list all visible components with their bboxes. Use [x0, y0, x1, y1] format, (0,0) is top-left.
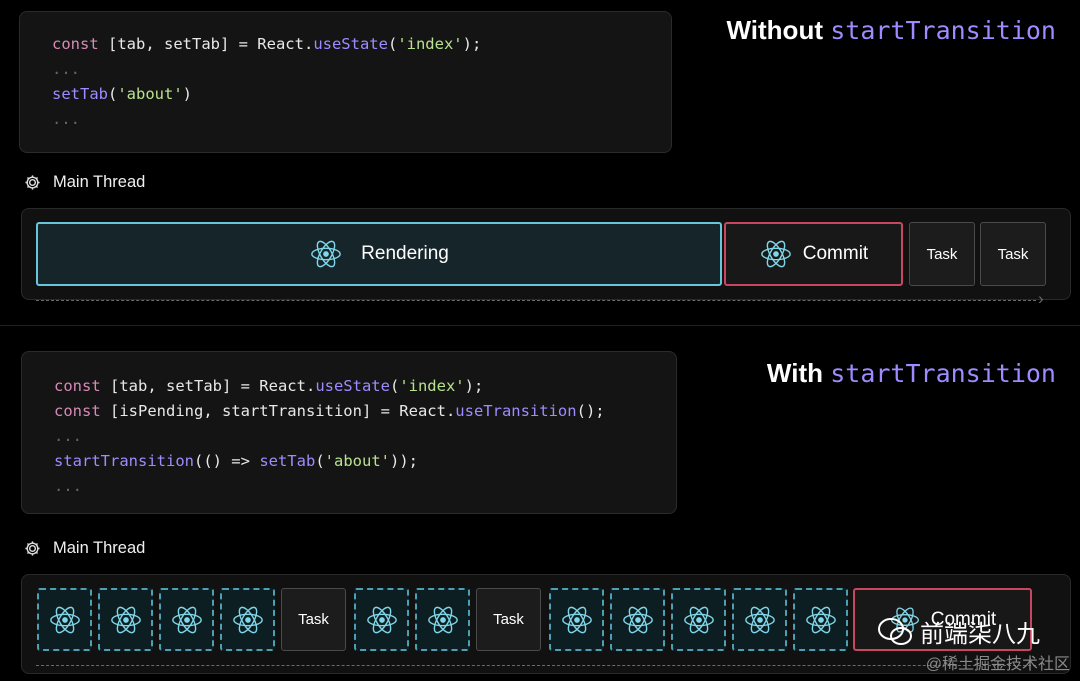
code-line: setTab('about')	[52, 82, 481, 107]
code-token: [tab, setTab] = React.	[100, 377, 316, 395]
react-icon	[311, 240, 342, 268]
top-title-code: startTransition	[830, 16, 1056, 45]
gear-icon	[25, 541, 40, 556]
react-icon	[171, 606, 202, 633]
react-icon	[561, 606, 592, 633]
render-chunk	[220, 588, 275, 651]
watermark-account: 前端柒八九	[878, 614, 1040, 649]
section-divider	[0, 325, 1080, 326]
react-icon	[110, 606, 141, 633]
top-title: Without startTransition	[726, 15, 1056, 46]
bottom-code-block: const [tab, setTab] = React.useState('in…	[54, 374, 605, 499]
task-label: Task	[493, 611, 524, 628]
watermark-account-name: 前端柒八九	[920, 621, 1040, 648]
bottom-thread-label: Main Thread	[24, 539, 145, 558]
thread-label-text: Main Thread	[53, 539, 146, 557]
code-token: ));	[389, 452, 418, 470]
top-thread-label: Main Thread	[24, 173, 145, 192]
code-token: (	[387, 35, 398, 53]
bottom-title-code: startTransition	[830, 359, 1056, 388]
gear-icon	[25, 175, 40, 190]
bottom-title: With startTransition	[767, 358, 1056, 389]
code-line: ...	[52, 57, 481, 82]
code-line: ...	[54, 424, 605, 449]
code-token: )	[182, 85, 193, 103]
code-token: 'about'	[324, 452, 390, 470]
code-token: (	[315, 452, 325, 470]
code-token: 'about'	[117, 85, 183, 103]
task-block: Task	[281, 588, 346, 651]
react-icon	[760, 240, 791, 268]
code-token: 'index'	[397, 35, 463, 53]
code-token: setTab	[259, 452, 316, 470]
react-icon	[744, 606, 775, 633]
render-chunk	[549, 588, 604, 651]
rendering-label: Rendering	[361, 243, 449, 264]
code-token: useTransition	[455, 402, 577, 420]
code-token: [tab, setTab] = React.	[98, 35, 314, 53]
code-token: );	[462, 35, 482, 53]
task-block: Task	[909, 222, 975, 286]
timeline-axis	[36, 300, 1036, 301]
top-code-block: const [tab, setTab] = React.useState('in…	[52, 32, 481, 132]
commit-label: Commit	[802, 243, 869, 264]
code-line: const [tab, setTab] = React.useState('in…	[52, 32, 481, 57]
code-line: const [isPending, startTransition] = Rea…	[54, 399, 605, 424]
code-token: const	[52, 35, 99, 53]
wechat-icon	[878, 617, 912, 645]
render-chunk	[98, 588, 153, 651]
code-token: ...	[54, 427, 82, 445]
code-line: startTransition(() => setTab('about'));	[54, 449, 605, 474]
bottom-code-panel: const [tab, setTab] = React.useState('in…	[21, 351, 677, 514]
code-token: ();	[576, 402, 605, 420]
code-token: const	[54, 402, 101, 420]
code-line: ...	[54, 474, 605, 499]
code-token: ...	[54, 477, 82, 495]
code-line: const [tab, setTab] = React.useState('in…	[54, 374, 605, 399]
code-token: );	[464, 377, 484, 395]
task-block: Task	[476, 588, 541, 651]
react-icon	[622, 606, 653, 633]
react-icon	[805, 606, 836, 633]
render-chunk	[37, 588, 92, 651]
code-token: 'index'	[399, 377, 465, 395]
code-token: ...	[52, 110, 80, 128]
timeline-axis	[36, 665, 1036, 666]
react-icon	[49, 606, 80, 633]
code-token: (() =>	[193, 452, 260, 470]
code-token: useState	[315, 377, 390, 395]
commit-block-top: Commit	[724, 222, 903, 286]
bottom-title-prefix: With	[766, 358, 823, 388]
task-block: Task	[980, 222, 1046, 286]
code-token: startTransition	[54, 452, 194, 470]
render-chunk	[732, 588, 787, 651]
code-token: const	[54, 377, 101, 395]
react-icon	[366, 606, 397, 633]
task-label: Task	[997, 245, 1029, 263]
code-token: ...	[52, 60, 80, 78]
render-chunk	[415, 588, 470, 651]
render-chunk	[159, 588, 214, 651]
render-chunk	[671, 588, 726, 651]
code-token: [isPending, startTransition] = React.	[100, 402, 456, 420]
top-code-panel: const [tab, setTab] = React.useState('in…	[19, 11, 672, 153]
code-token: (	[108, 85, 118, 103]
task-label: Task	[298, 611, 329, 628]
react-icon	[683, 606, 714, 633]
thread-label-text: Main Thread	[53, 173, 146, 191]
react-icon	[427, 606, 458, 633]
code-token: setTab	[52, 85, 108, 103]
rendering-block: Rendering	[36, 222, 722, 286]
react-icon	[232, 606, 263, 633]
render-chunk	[793, 588, 848, 651]
watermark-source: @稀土掘金技术社区	[925, 656, 1070, 673]
render-chunk	[354, 588, 409, 651]
chevron-right-icon: ›	[1038, 289, 1044, 308]
task-label: Task	[926, 245, 958, 263]
render-chunk	[610, 588, 665, 651]
code-token: useState	[313, 35, 388, 53]
top-title-prefix: Without	[726, 15, 823, 45]
code-line: ...	[52, 107, 481, 132]
code-token: (	[389, 377, 400, 395]
